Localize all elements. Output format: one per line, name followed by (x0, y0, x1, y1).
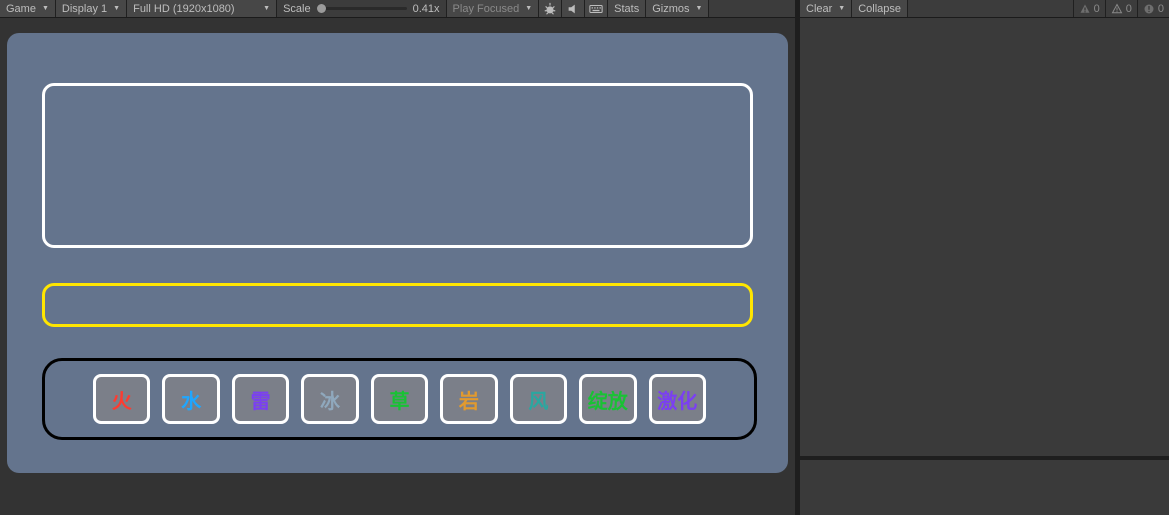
chevron-down-icon: ▼ (113, 5, 120, 12)
display-label: Display 1 (62, 3, 107, 15)
element-chip[interactable]: 绽放 (579, 374, 636, 424)
element-chip-label: 风 (528, 385, 548, 414)
scale-value: 0.41x (413, 3, 440, 15)
audio-icon (566, 2, 580, 16)
warning-icon (1111, 3, 1123, 15)
chevron-down-icon: ▼ (42, 5, 49, 12)
display-dropdown[interactable]: Display 1 ▼ (56, 0, 127, 17)
view-mode-dropdown[interactable]: Game ▼ (0, 0, 56, 17)
keyboard-button[interactable] (585, 0, 608, 17)
element-chip-label: 火 (112, 385, 132, 414)
chevron-down-icon: ▼ (696, 5, 703, 12)
element-chip-label: 绽放 (588, 385, 628, 414)
scale-label: Scale (283, 3, 311, 15)
play-mode-label: Play Focused (453, 3, 520, 15)
error-icon (1143, 3, 1155, 15)
gizmos-label: Gizmos (652, 3, 689, 15)
play-mode-dropdown[interactable]: Play Focused ▼ (447, 0, 540, 17)
game-view: 火 水 雷 冰 草 岩 风 绽放激化 (0, 18, 795, 515)
audio-button[interactable] (562, 0, 585, 17)
stats-label: Stats (614, 3, 639, 15)
error-count-toggle[interactable]: 0 (1137, 0, 1169, 17)
element-chip[interactable]: 冰 (301, 374, 358, 424)
stats-button[interactable]: Stats (608, 0, 646, 17)
clear-label: Clear (806, 3, 832, 15)
element-chip-label: 雷 (251, 385, 271, 414)
scale-slider[interactable] (317, 7, 407, 10)
bug-icon (543, 2, 557, 16)
game-canvas[interactable]: 火 水 雷 冰 草 岩 风 绽放激化 (7, 33, 788, 473)
element-chip[interactable]: 激化 (649, 374, 706, 424)
error-count: 0 (1158, 3, 1164, 15)
console-panel (800, 18, 1169, 515)
info-icon (1079, 3, 1091, 15)
element-chip-label: 岩 (459, 385, 479, 414)
element-chip-label: 草 (389, 385, 409, 414)
info-count: 0 (1094, 3, 1100, 15)
element-chip[interactable]: 岩 (440, 374, 497, 424)
element-chip[interactable]: 草 (371, 374, 428, 424)
clear-button[interactable]: Clear ▼ (800, 0, 852, 17)
info-count-toggle[interactable]: 0 (1073, 0, 1105, 17)
element-chip[interactable]: 雷 (232, 374, 289, 424)
keyboard-icon (589, 2, 603, 16)
panel-strip (42, 283, 753, 327)
element-chip-label: 冰 (320, 385, 340, 414)
element-chip-label: 水 (181, 385, 201, 414)
warn-count-toggle[interactable]: 0 (1105, 0, 1137, 17)
collapse-button[interactable]: Collapse (852, 0, 908, 17)
element-chip[interactable]: 火 (93, 374, 150, 424)
resolution-dropdown[interactable]: Full HD (1920x1080) ▼ (127, 0, 277, 17)
warn-count: 0 (1126, 3, 1132, 15)
view-mode-label: Game (6, 3, 36, 15)
chevron-down-icon: ▼ (525, 5, 532, 12)
slider-thumb[interactable] (317, 4, 326, 13)
bug-button[interactable] (539, 0, 562, 17)
collapse-label: Collapse (858, 3, 901, 15)
element-chip[interactable]: 风 (510, 374, 567, 424)
console-toolbar: Clear ▼ Collapse 0 0 0 (800, 0, 1169, 18)
gizmos-dropdown[interactable]: Gizmos ▼ (646, 0, 709, 17)
element-chip[interactable]: 水 (162, 374, 219, 424)
chevron-down-icon: ▼ (263, 5, 270, 12)
element-chip-label: 激化 (657, 385, 697, 414)
chevron-down-icon: ▼ (838, 5, 845, 12)
panel-large (42, 83, 753, 248)
console-splitter[interactable] (800, 456, 1169, 460)
scale-control: Scale 0.41x (277, 0, 446, 17)
resolution-label: Full HD (1920x1080) (133, 3, 235, 15)
element-tray: 火 水 雷 冰 草 岩 风 绽放激化 (42, 358, 757, 440)
game-view-toolbar: Game ▼ Display 1 ▼ Full HD (1920x1080) ▼… (0, 0, 795, 18)
